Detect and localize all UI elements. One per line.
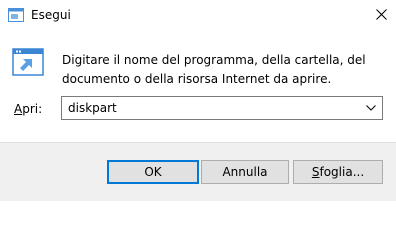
open-combobox[interactable]: diskpart (61, 96, 383, 120)
instruction-text: Digitare il nome del programma, della ca… (62, 51, 382, 89)
close-button[interactable] (366, 0, 396, 30)
run-dialog-icon (8, 8, 24, 22)
open-label-text: pri: (22, 102, 43, 116)
browse-label: foglia... (319, 165, 365, 179)
chevron-down-icon (366, 105, 376, 111)
run-program-icon (12, 48, 44, 78)
window-title: Esegui (31, 8, 71, 22)
dropdown-button[interactable] (362, 98, 380, 118)
instruction-line-1: Digitare il nome del programma, della ca… (62, 53, 366, 67)
ok-button[interactable]: OK (107, 160, 199, 184)
close-icon (376, 9, 387, 20)
open-label-accelerator: A (14, 102, 23, 116)
title-bar: Esegui (0, 0, 396, 30)
instruction-line-2: documento o della risorsa Internet da ap… (62, 72, 332, 86)
cancel-button[interactable]: Annulla (201, 160, 289, 184)
open-label: Apri: (14, 101, 42, 117)
browse-button[interactable]: Sfoglia... (293, 160, 383, 184)
open-input[interactable]: diskpart (68, 101, 117, 115)
